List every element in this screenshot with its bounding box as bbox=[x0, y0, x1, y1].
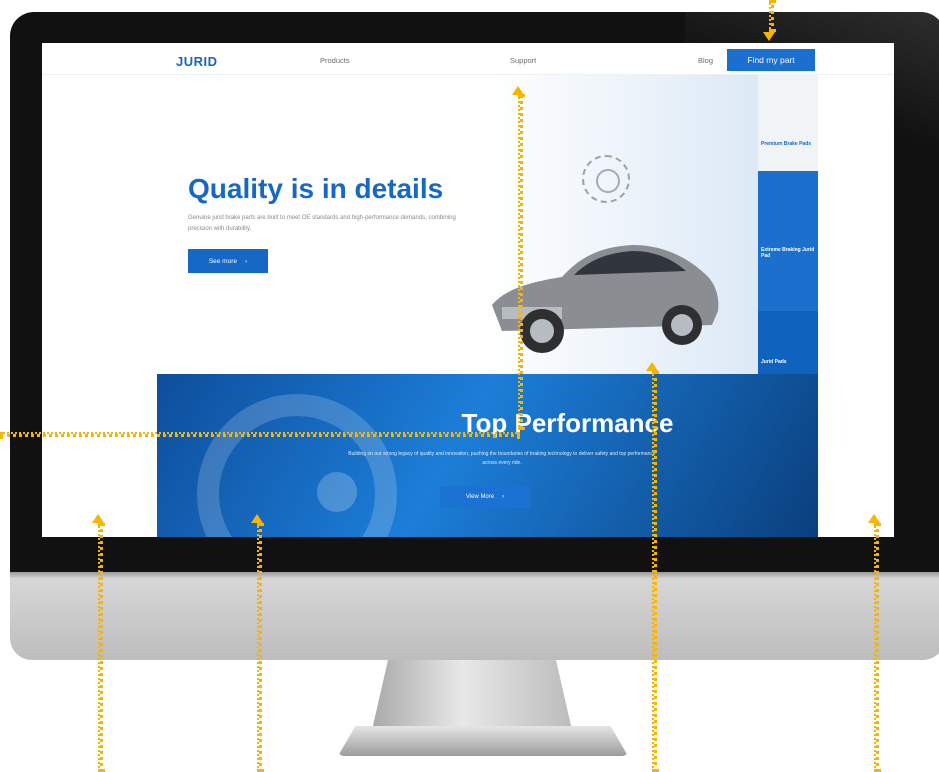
find-part-button[interactable]: Find my part bbox=[727, 49, 815, 71]
band-text: Building on our strong legacy of quality… bbox=[348, 451, 656, 466]
illustration-stage: JURID Products Support Blog Find my part… bbox=[0, 0, 939, 772]
callout-line-wheel bbox=[257, 523, 262, 772]
callout-arrow-right bbox=[868, 514, 880, 523]
arrow-right-icon: › bbox=[245, 257, 248, 265]
monitor-stand-neck bbox=[372, 660, 572, 730]
see-more-label: See more bbox=[208, 257, 237, 265]
monitor-stand-foot bbox=[338, 726, 628, 756]
callout-line-car bbox=[652, 371, 657, 772]
callout-arrow-support bbox=[512, 86, 524, 95]
wheel-hub-graphic bbox=[317, 472, 357, 512]
monitor-chin bbox=[10, 572, 939, 660]
side-tile-2[interactable]: Extreme Braking Jurid Pad bbox=[758, 171, 818, 311]
callout-line-horizontal bbox=[0, 432, 520, 437]
side-tile-1[interactable]: Premium Brake Pads bbox=[758, 75, 818, 171]
side-tile-3[interactable]: Jurid Pads bbox=[758, 311, 818, 374]
nav-link-support[interactable]: Support bbox=[510, 56, 536, 65]
side-tile-label: Extreme Braking Jurid Pad bbox=[761, 247, 815, 259]
side-tile-label: Jurid Pads bbox=[761, 359, 787, 365]
site-logo[interactable]: JURID bbox=[176, 54, 218, 69]
callout-line-left bbox=[98, 523, 103, 772]
side-tile-label: Premium Brake Pads bbox=[761, 141, 812, 147]
hero-text: Genuine jurid brake parts are built to m… bbox=[188, 215, 456, 232]
side-product-panel: Premium Brake Pads Extreme Braking Jurid… bbox=[758, 75, 818, 374]
callout-line-support bbox=[518, 94, 523, 430]
hero-title: Quality is in details bbox=[188, 173, 444, 204]
see-more-button[interactable]: See more › bbox=[188, 249, 268, 273]
nav-link-products[interactable]: Products bbox=[320, 56, 350, 65]
callout-line-cta bbox=[769, 0, 774, 32]
callout-arrow-cta bbox=[763, 32, 775, 41]
view-more-label: View More bbox=[465, 494, 495, 500]
performance-band: Top Performance Building on our strong l… bbox=[157, 374, 818, 537]
hero-section: Quality is in details Genuine jurid brak… bbox=[42, 75, 758, 374]
callout-arrow-car bbox=[646, 362, 658, 371]
callout-line-right bbox=[874, 523, 879, 772]
arrow-right-icon: › bbox=[502, 494, 505, 500]
view-more-button[interactable]: View More › bbox=[440, 486, 530, 508]
quality-seal-icon bbox=[582, 155, 630, 203]
site-navbar: JURID Products Support Blog Find my part bbox=[42, 43, 894, 75]
callout-arrow-left bbox=[92, 514, 104, 523]
nav-link-blog[interactable]: Blog bbox=[698, 56, 713, 65]
website-screen: JURID Products Support Blog Find my part… bbox=[42, 43, 894, 537]
callout-arrow-wheel bbox=[251, 514, 263, 523]
